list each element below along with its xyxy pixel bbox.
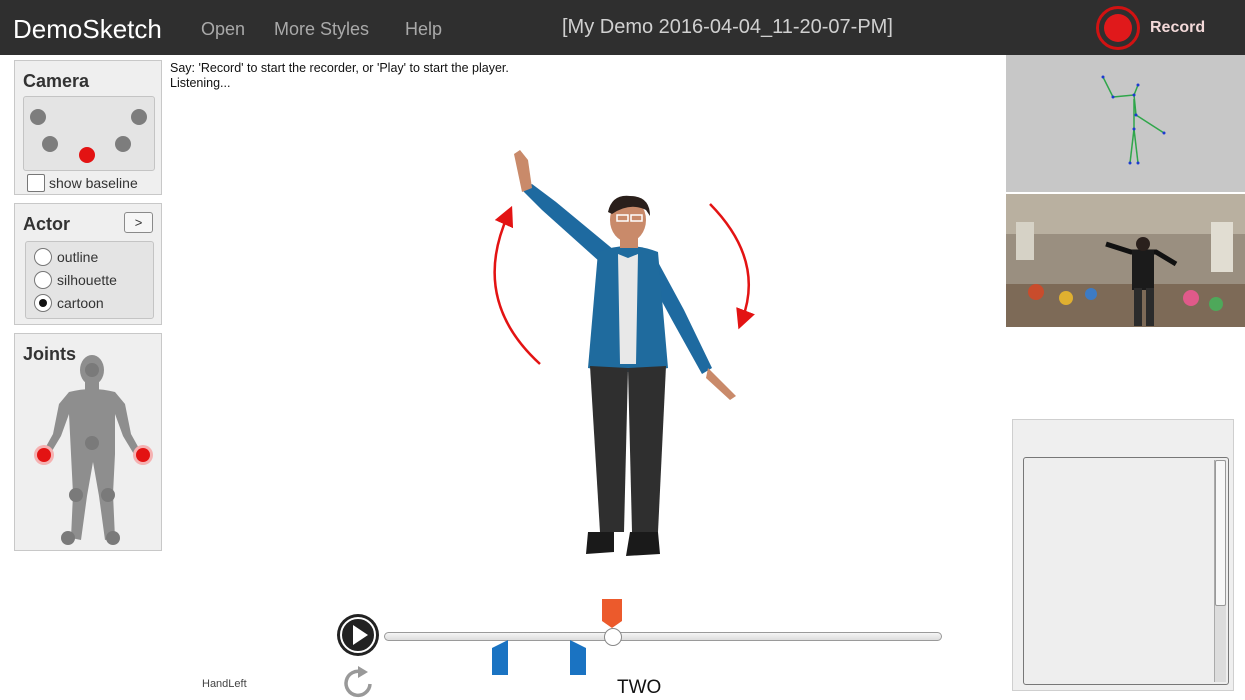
list-scroll-thumb[interactable] <box>1215 460 1226 606</box>
record-icon <box>1104 14 1132 42</box>
camera-front-center[interactable] <box>79 147 95 163</box>
style-outline-label: outline <box>57 249 99 265</box>
app-window: DemoSketch Open More Styles Help [My Dem… <box>0 0 1245 700</box>
camera-left-front[interactable] <box>42 136 58 152</box>
menu-more-styles[interactable]: More Styles <box>274 19 369 40</box>
joint-hand-left[interactable] <box>37 448 51 462</box>
camera-selector <box>23 96 155 171</box>
style-silhouette-radio[interactable] <box>34 271 52 289</box>
style-outline-radio[interactable] <box>34 248 52 266</box>
joint-head[interactable] <box>85 363 99 377</box>
camera-right-top[interactable] <box>131 109 147 125</box>
document-title: [My Demo 2016-04-04_11-20-07-PM] <box>562 16 893 38</box>
timeline-track[interactable] <box>384 632 942 641</box>
recognized-phrase: TWO <box>617 677 662 698</box>
replay-icon[interactable] <box>340 664 378 700</box>
camera-panel: Camera show baseline <box>14 60 162 195</box>
joint-foot-right[interactable] <box>106 531 120 545</box>
camera-feed-preview <box>1006 194 1245 327</box>
motion-arrow-down-icon <box>709 203 755 330</box>
actor-style-group: outline silhouette cartoon <box>25 241 154 319</box>
menu-help[interactable]: Help <box>405 19 442 40</box>
recording-list[interactable] <box>1023 457 1229 685</box>
skeleton-preview <box>1006 55 1245 192</box>
record-label[interactable]: Record <box>1150 19 1205 37</box>
record-button[interactable] <box>1096 6 1140 50</box>
show-baseline-checkbox[interactable] <box>27 174 45 192</box>
timeline-knob[interactable] <box>604 628 622 646</box>
skeleton-icon <box>1101 75 1166 165</box>
play-button[interactable] <box>337 614 379 656</box>
playhead-icon[interactable] <box>602 599 622 628</box>
joint-foot-left[interactable] <box>61 531 75 545</box>
list-scrollbar[interactable] <box>1214 460 1226 682</box>
camera-feed-image <box>1006 194 1245 327</box>
selected-joint-label: HandLeft <box>202 678 247 690</box>
timeline-marker-1-icon[interactable] <box>492 640 508 675</box>
joint-knee-right[interactable] <box>101 488 115 502</box>
style-cartoon-radio[interactable] <box>34 294 52 312</box>
style-silhouette-label: silhouette <box>57 272 117 288</box>
actor-panel: Actor > outline silhouette cartoon <box>14 203 162 325</box>
style-cartoon-label: cartoon <box>57 295 104 311</box>
joint-hand-right[interactable] <box>136 448 150 462</box>
camera-right-front[interactable] <box>115 136 131 152</box>
menu-open[interactable]: Open <box>201 19 245 40</box>
show-baseline-label: show baseline <box>49 175 138 191</box>
instruction-text: Say: 'Record' to start the recorder, or … <box>170 61 509 75</box>
actor-expand-button[interactable]: > <box>124 212 153 233</box>
joint-spine[interactable] <box>85 436 99 450</box>
camera-panel-title: Camera <box>23 71 90 91</box>
joints-panel: Joints <box>14 333 162 551</box>
listening-status: Listening... <box>170 76 231 90</box>
motion-arrow-up-icon <box>493 205 541 365</box>
app-title: DemoSketch <box>13 14 162 44</box>
side-panel <box>1012 419 1234 691</box>
avatar-figure <box>493 150 755 556</box>
joint-knee-left[interactable] <box>69 488 83 502</box>
top-bar: DemoSketch Open More Styles Help [My Dem… <box>0 0 1245 55</box>
camera-left-top[interactable] <box>30 109 46 125</box>
actor-panel-title: Actor <box>23 214 71 234</box>
timeline-marker-2-icon[interactable] <box>570 640 586 675</box>
